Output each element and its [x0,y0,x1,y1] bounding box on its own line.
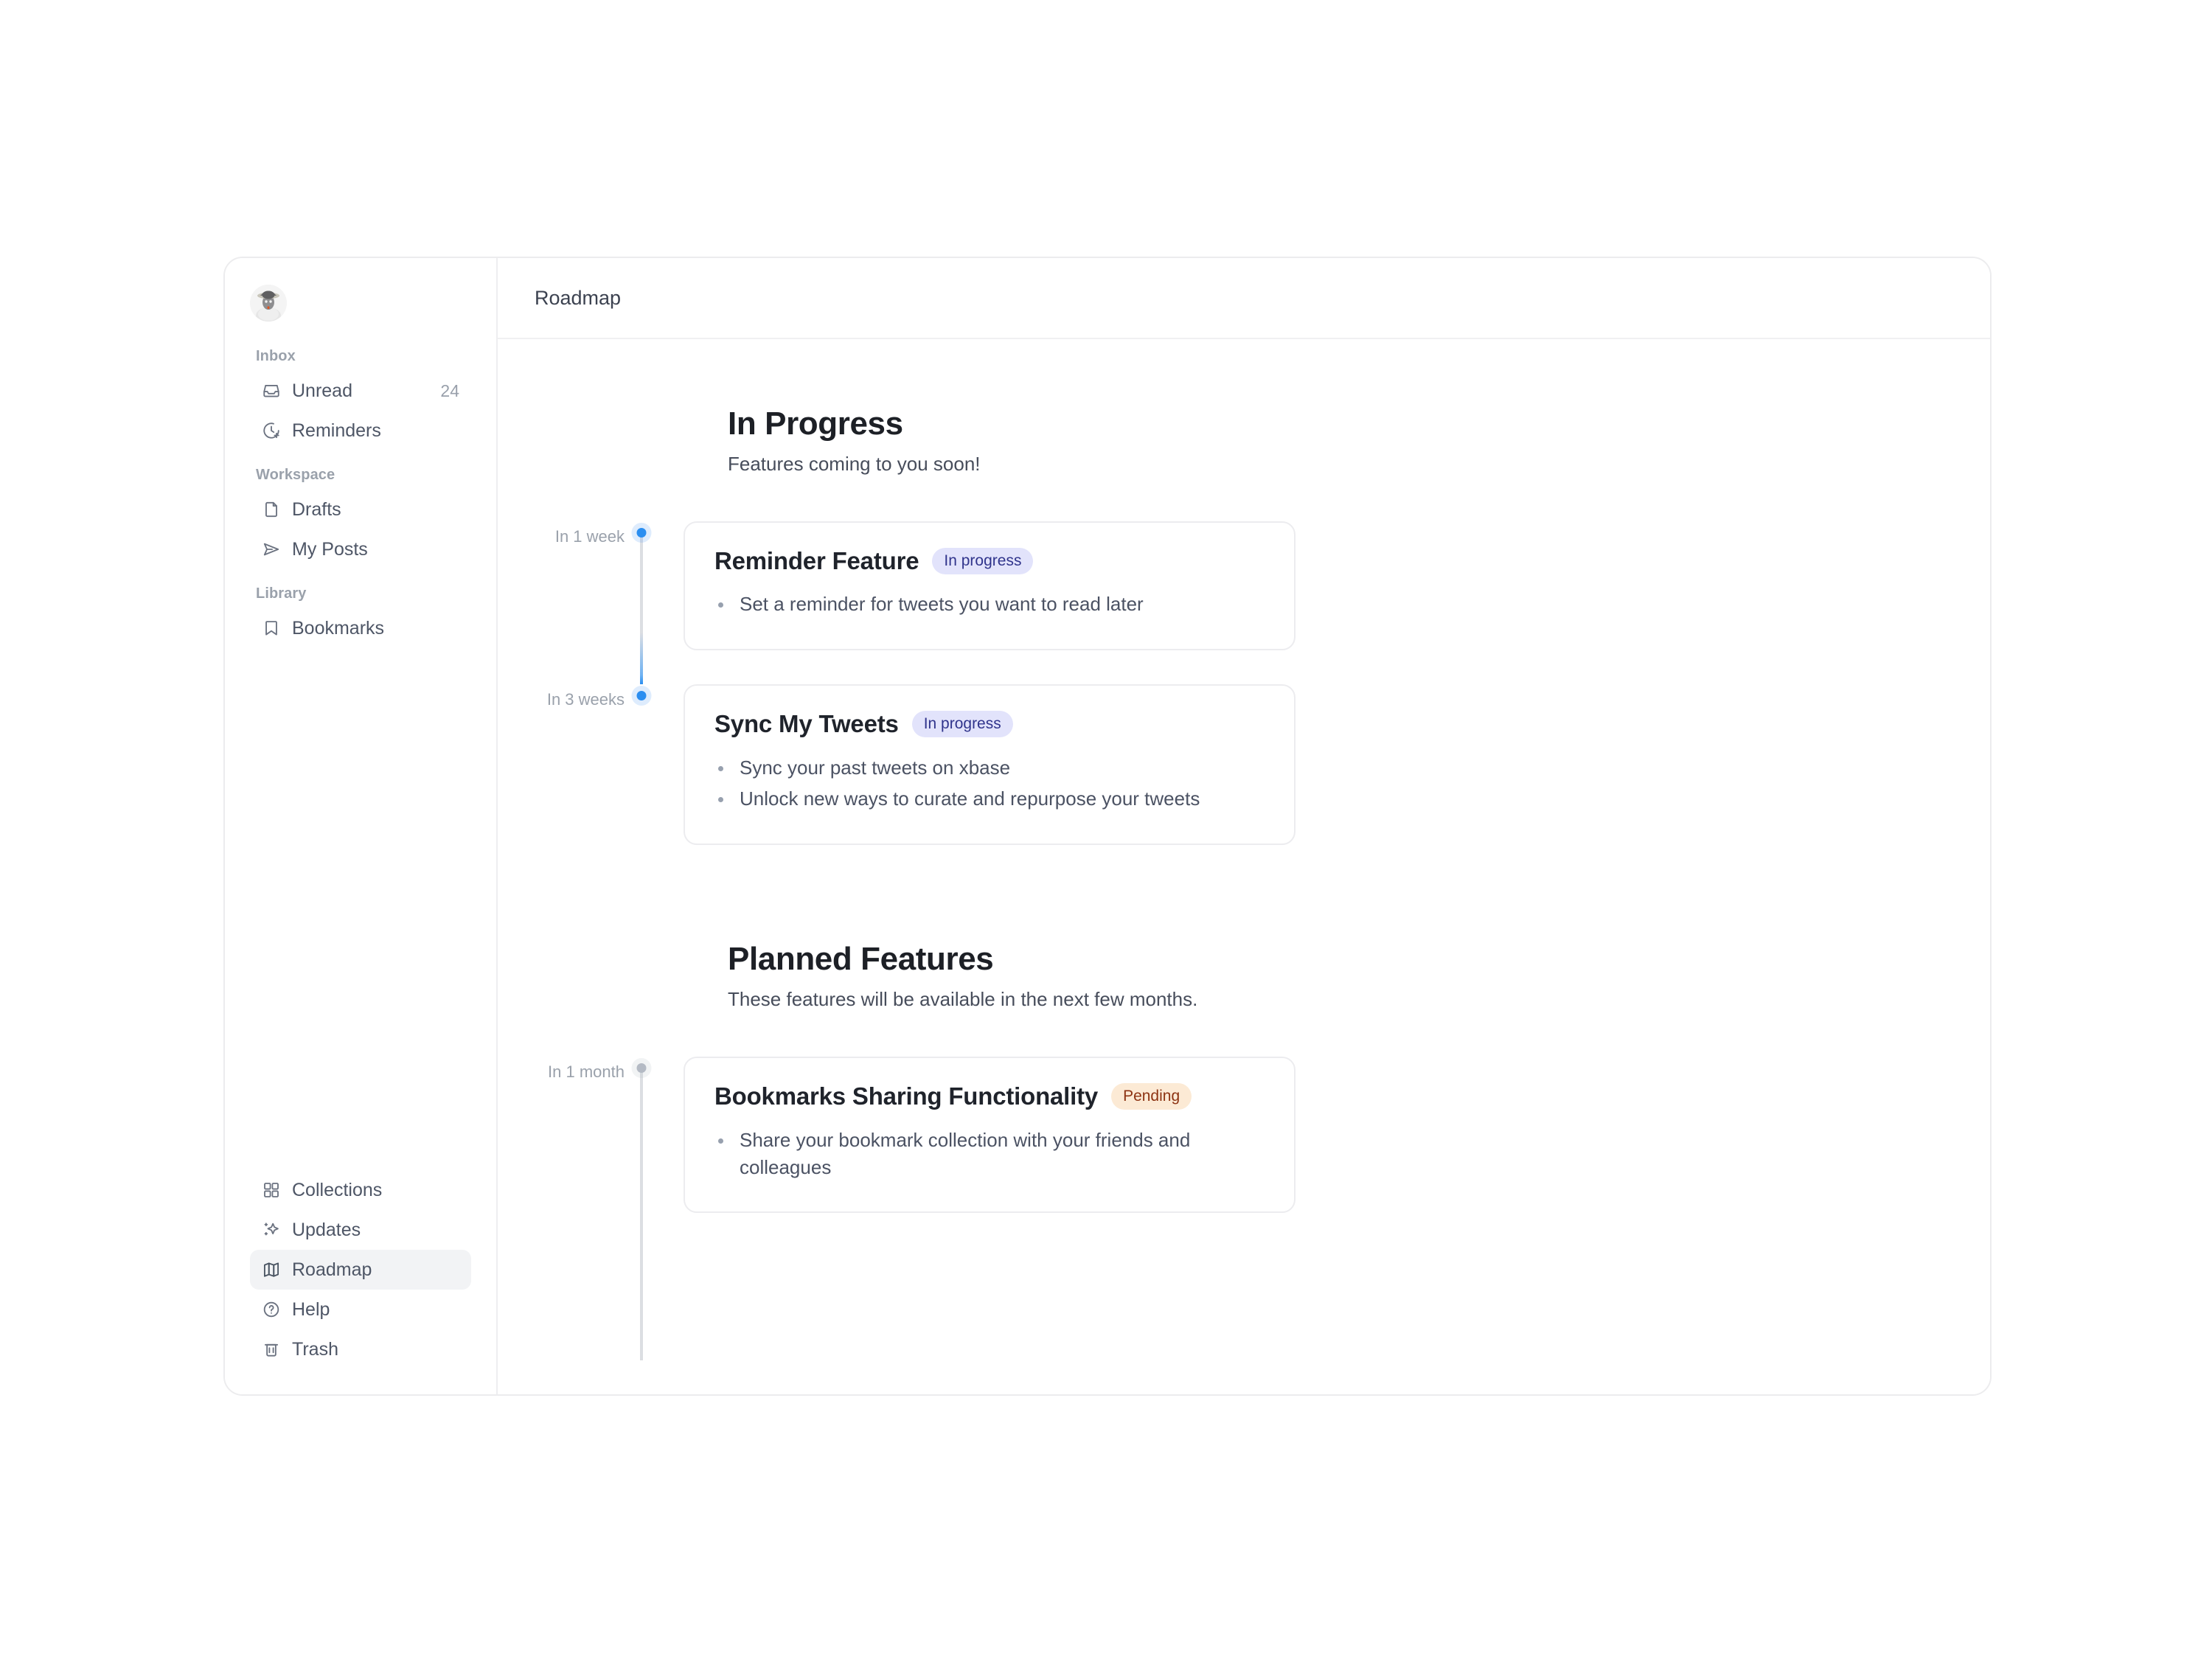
unread-count-badge: 24 [440,380,459,400]
roadmap-card[interactable]: Sync My Tweets In progress Sync your pas… [684,684,1295,846]
main-body: In Progress Features coming to you soon!… [498,339,1990,1394]
section-in-progress: In Progress Features coming to you soon!… [498,339,1990,846]
sidebar-item-label: Unread [292,380,352,401]
main-panel: Roadmap In Progress Features coming to y… [498,258,1990,1394]
status-badge: In progress [932,548,1034,575]
list-item: Share your bookmark collection with your… [734,1127,1265,1181]
sidebar-item-my-posts[interactable]: My Posts [250,529,471,569]
sidebar-item-help[interactable]: Help [250,1290,471,1329]
timeline-rail [625,521,658,685]
bookmark-icon [262,619,281,638]
roadmap-card[interactable]: Bookmarks Sharing Functionality Pending … [684,1057,1295,1214]
main-header: Roadmap [498,258,1990,339]
section-title: Planned Features [728,941,994,978]
sparkle-icon [262,1220,281,1239]
sidebar-item-trash[interactable]: Trash [250,1329,471,1369]
section-header: In Progress Features coming to you soon! [498,406,1990,476]
timeline-when-label: In 1 month [548,1062,625,1082]
avatar-image [250,285,287,321]
section-header: Planned Features These features will be … [498,941,1990,1011]
timeline-rail [625,684,658,845]
card-bullet-list: Set a reminder for tweets you want to re… [734,591,1265,618]
card-header: Reminder Feature In progress [714,547,1265,575]
status-badge: Pending [1111,1083,1192,1110]
grid-icon [262,1180,281,1200]
sidebar-item-unread[interactable]: Unread 24 [250,371,471,411]
sidebar-item-roadmap[interactable]: Roadmap [250,1250,471,1290]
breadcrumb: Roadmap [535,286,622,309]
sidebar-item-drafts[interactable]: Drafts [250,490,471,529]
list-item: Sync your past tweets on xbase [734,754,1265,782]
status-badge: In progress [911,711,1013,738]
sidebar-item-label: Reminders [292,420,381,441]
sidebar-group-label-workspace: Workspace [256,467,335,483]
timeline-line [640,1068,643,1361]
timeline-rail [625,1057,658,1361]
section-planned-features: Planned Features These features will be … [498,845,1990,1361]
sidebar-group-label-library: Library [256,585,307,602]
section-subtitle: Features coming to you soon! [728,453,981,475]
sidebar-item-label: Collections [292,1179,383,1200]
send-icon [262,540,281,559]
timeline-row: In 1 week Reminder Feature In progress S… [498,521,1990,685]
list-item: Unlock new ways to curate and repurpose … [734,785,1265,813]
timeline-dot [636,528,647,538]
sidebar-item-reminders[interactable]: Reminders [250,411,471,451]
sidebar-item-label: Trash [292,1338,338,1360]
clock-plus-icon [262,421,281,440]
sidebar-item-label: Bookmarks [292,617,385,639]
map-icon [262,1260,281,1279]
card-bullet-list: Sync your past tweets on xbase Unlock ne… [734,754,1265,813]
inbox-icon [262,381,281,400]
sidebar: Inbox Unread 24 Reminders Workspace Draf… [225,258,498,1394]
avatar[interactable] [250,285,287,321]
timeline-when-label: In 3 weeks [546,690,625,709]
question-circle-icon [262,1300,281,1319]
card-title: Reminder Feature [714,547,919,574]
timeline-dot [636,691,647,701]
sidebar-item-label: Updates [292,1219,361,1240]
timeline-row: In 3 weeks Sync My Tweets In progress Sy… [498,684,1990,846]
card-header: Bookmarks Sharing Functionality Pending [714,1083,1265,1110]
sidebar-item-label: Roadmap [292,1259,372,1280]
card-title: Bookmarks Sharing Functionality [714,1082,1099,1110]
sidebar-top-section: Inbox Unread 24 Reminders Workspace Draf… [225,258,496,1170]
sidebar-group-label-inbox: Inbox [256,348,296,364]
timeline-line [640,532,643,685]
file-icon [262,500,281,519]
sidebar-item-label: Drafts [292,498,341,520]
sidebar-bottom-section: Collections Updates Roadmap Help Trash [225,1170,496,1394]
card-title: Sync My Tweets [714,710,899,738]
timeline-row: In 1 month Bookmarks Sharing Functionali… [498,1057,1990,1361]
section-subtitle: These features will be available in the … [728,988,1198,1011]
roadmap-card[interactable]: Reminder Feature In progress Set a remin… [684,521,1295,651]
sidebar-item-label: My Posts [292,538,368,560]
card-bullet-list: Share your bookmark collection with your… [734,1127,1265,1181]
sidebar-item-collections[interactable]: Collections [250,1170,471,1210]
section-title: In Progress [728,406,903,442]
list-item: Set a reminder for tweets you want to re… [734,591,1265,618]
sidebar-item-label: Help [292,1298,330,1320]
sidebar-item-bookmarks[interactable]: Bookmarks [250,608,471,648]
sidebar-item-updates[interactable]: Updates [250,1210,471,1250]
timeline-when-label: In 1 week [554,527,625,546]
timeline-dot [636,1063,647,1074]
trash-icon [262,1340,281,1359]
app-window: Inbox Unread 24 Reminders Workspace Draf… [223,257,1992,1396]
card-header: Sync My Tweets In progress [714,710,1265,738]
